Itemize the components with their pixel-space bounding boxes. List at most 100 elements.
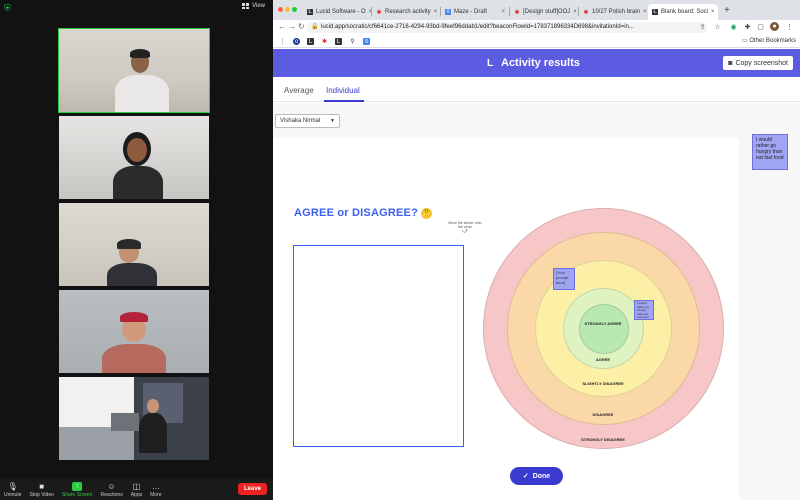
video-background xyxy=(59,427,134,460)
more-button[interactable]: … More xyxy=(150,482,161,498)
search-bookmark-icon[interactable]: ⚲ xyxy=(349,38,356,45)
participant-video-5[interactable] xyxy=(59,377,209,460)
leave-button[interactable]: Leave xyxy=(237,483,267,495)
participant-select[interactable]: Vishaka Nirmal ▼ xyxy=(275,114,340,128)
label-agree: AGREE xyxy=(595,357,611,362)
apps-grid-icon[interactable]: ⋮ xyxy=(279,38,286,45)
done-button[interactable]: ✓ Done xyxy=(510,467,563,485)
close-tab-icon[interactable]: × xyxy=(498,9,505,15)
lock-icon: 🔒 xyxy=(311,24,319,30)
close-window-button[interactable] xyxy=(278,7,283,12)
browser-tab-1[interactable]: L Lucid Software - O × xyxy=(303,4,371,20)
tab-strip: L Lucid Software - O × ✱ Research activi… xyxy=(273,0,800,20)
maximize-window-button[interactable] xyxy=(292,7,297,12)
stop-video-button[interactable]: ■ Stop Video xyxy=(30,482,54,498)
smiley-icon: ☺ xyxy=(107,482,116,491)
ring-strongly-agree xyxy=(579,304,629,354)
docs-icon: ≡ xyxy=(445,9,451,15)
menu-icon[interactable]: ⋮ xyxy=(785,22,794,31)
asterisk-icon: ✱ xyxy=(376,9,382,16)
agreement-rings: STRONGLY AGREE AGREE SLIGHTLY DISAGREE D… xyxy=(483,208,724,449)
reactions-button[interactable]: ☺ Reactions xyxy=(100,482,122,498)
label-strongly-agree: STRONGLY AGREE xyxy=(584,321,622,326)
video-camera-icon: ■ xyxy=(39,482,45,491)
activity-results-header: L Activity results ◙ Copy screenshot xyxy=(273,49,800,77)
camera-icon: ◙ xyxy=(728,59,733,67)
board-canvas: AGREE or DISAGREE? 🤔 Move the sticker ont… xyxy=(273,138,739,500)
copy-screenshot-button[interactable]: ◙ Copy screenshot xyxy=(723,56,793,70)
tab-individual[interactable]: Individual xyxy=(326,86,360,95)
answer-area[interactable] xyxy=(293,245,464,447)
other-bookmarks[interactable]: ▭ Other Bookmarks xyxy=(742,37,796,44)
close-tab-icon[interactable]: × xyxy=(431,9,438,15)
apps-button[interactable]: ◫ Apps xyxy=(131,482,142,498)
back-icon[interactable]: ← xyxy=(278,22,286,31)
minimize-window-button[interactable] xyxy=(285,7,290,12)
unmute-button[interactable]: 🎙 Unmute xyxy=(4,482,22,498)
screen: ⛨ View 🎙 Unmute ■ Stop Video ↑ Share Scr… xyxy=(0,0,800,500)
browser-tab-6-active[interactable]: L Blank board: Soci × xyxy=(648,4,718,20)
bookmarks-bar: ⋮ o L ✱ L ⚲ ≡ ▭ Other Bookmarks xyxy=(273,35,800,48)
browser-tab-3[interactable]: ≡ Maze - Draft × xyxy=(441,4,509,20)
instruction-hint: Move the sticker onto the circle ⤻ xyxy=(446,221,484,234)
browser-tab-5[interactable]: ✱ 10/27 Polish brain × xyxy=(579,4,647,20)
grid-icon xyxy=(242,3,250,9)
lucid-bookmark-icon[interactable]: L xyxy=(335,38,342,45)
sticky-note-response[interactable]: I would rather go hungry than eat fast f… xyxy=(752,134,788,170)
participant-figure xyxy=(107,47,177,112)
page-title: L Activity results xyxy=(487,57,580,69)
view-button[interactable]: View xyxy=(242,3,265,9)
bookmark-icon[interactable]: o xyxy=(293,38,300,45)
close-tab-icon[interactable]: × xyxy=(570,9,577,15)
participant-figure xyxy=(94,310,174,373)
share-arrow-icon: ↑ xyxy=(72,482,83,491)
forward-icon[interactable]: → xyxy=(288,22,296,31)
curved-arrow-icon: ⤻ xyxy=(461,228,469,234)
asterisk-icon: ✱ xyxy=(514,9,520,16)
bookmark-star-icon[interactable]: ☆ xyxy=(713,22,722,31)
view-label: View xyxy=(252,3,265,9)
ellipsis-icon: … xyxy=(151,482,160,491)
board-title: AGREE or DISAGREE? 🤔 xyxy=(294,207,433,219)
thinking-face-icon: 🤔 xyxy=(421,207,433,219)
extension-icon[interactable]: ◉ xyxy=(729,22,738,31)
zoom-toolbar: 🎙 Unmute ■ Stop Video ↑ Share Screen ☺ R… xyxy=(0,478,273,500)
share-screen-button[interactable]: ↑ Share Screen xyxy=(62,482,92,498)
browser-tab-4[interactable]: ✱ [Design stuff]OOJ × xyxy=(510,4,578,20)
prompt-sticky-note[interactable]: [Your prompt here] xyxy=(553,268,575,290)
browser-tab-2[interactable]: ✱ Research activity × xyxy=(372,4,440,20)
url-field[interactable]: 🔒 lucid.app/socratic/cf6641ce-2716-4294-… xyxy=(307,22,707,33)
reload-icon[interactable]: ↻ xyxy=(298,22,305,31)
apps-icon: ◫ xyxy=(132,482,141,491)
new-tab-icon[interactable]: + xyxy=(724,5,730,16)
lucid-logo-icon: L xyxy=(487,58,494,69)
label-disagree: DISAGREE xyxy=(592,412,614,417)
close-tab-icon[interactable]: × xyxy=(640,9,647,15)
check-icon: ✓ xyxy=(522,473,529,480)
puzzle-icon[interactable]: ✚ xyxy=(743,22,752,31)
participant-video-4[interactable] xyxy=(59,290,209,373)
address-bar: ← → ↻ 🔒 lucid.app/socratic/cf6641ce-2716… xyxy=(273,20,800,35)
caret-down-icon: ▼ xyxy=(330,118,335,124)
results-content: Vishaka Nirmal ▼ I would rather go hungr… xyxy=(273,103,800,500)
close-tab-icon[interactable]: × xyxy=(708,9,715,15)
participant-video-1[interactable] xyxy=(58,28,210,113)
participant-figure xyxy=(109,128,169,199)
results-tabs: Average Individual xyxy=(273,78,800,102)
sidebar-icon[interactable]: ▢ xyxy=(756,22,765,31)
asterisk-bookmark-icon[interactable]: ✱ xyxy=(321,38,328,45)
shield-icon[interactable]: ⛨ xyxy=(4,3,13,13)
tab-average[interactable]: Average xyxy=(284,86,314,95)
profile-avatar[interactable]: ● xyxy=(770,22,779,31)
lucid-bookmark-icon[interactable]: L xyxy=(307,38,314,45)
zoom-meeting-panel: ⛨ View 🎙 Unmute ■ Stop Video ↑ Share Scr… xyxy=(0,0,273,500)
response-sticky-note[interactable]: I would rather go hungry than eat fast f… xyxy=(634,300,654,320)
participant-figure xyxy=(139,397,179,460)
participant-video-2[interactable] xyxy=(59,116,209,199)
lucid-icon: L xyxy=(652,9,658,15)
participant-video-3[interactable] xyxy=(59,203,209,286)
docs-bookmark-icon[interactable]: ≡ xyxy=(363,38,370,45)
share-page-icon[interactable]: ⇪ xyxy=(698,22,707,31)
label-strongly-disagree: STRONGLY DISAGREE xyxy=(581,437,625,442)
active-tab-indicator xyxy=(324,100,364,102)
